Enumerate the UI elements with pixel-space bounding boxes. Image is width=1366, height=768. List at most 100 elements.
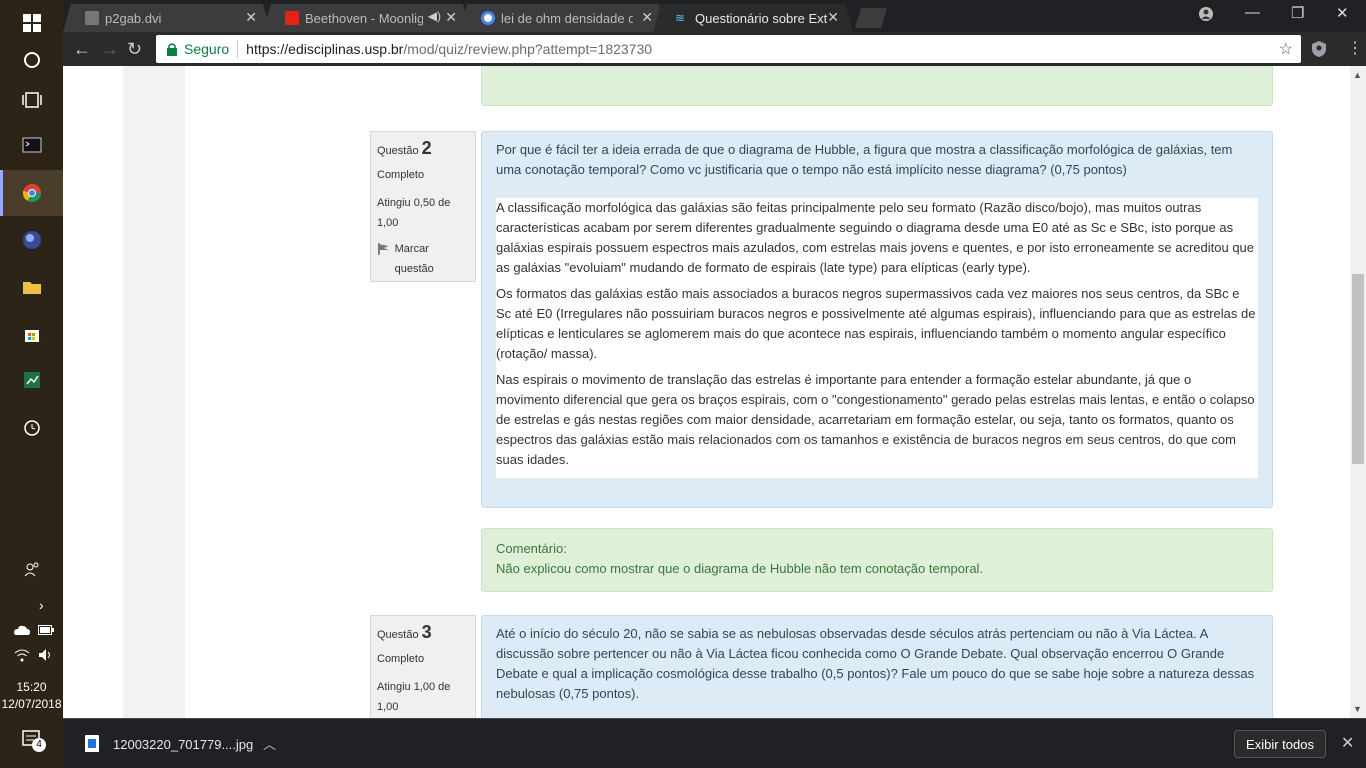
chrome-icon (22, 184, 41, 203)
people-icon (24, 562, 38, 577)
globe-app-icon (22, 231, 41, 249)
battery-icon[interactable] (38, 625, 54, 635)
taskbar-spreadsheet-app[interactable] (0, 357, 63, 403)
people-button[interactable] (0, 550, 63, 590)
quiz-review-content: Questão 2 Completo Atingiu 0,50 de 1,00 … (185, 66, 1289, 718)
url-separator (237, 40, 239, 58)
taskbar-chrome-app[interactable] (0, 170, 63, 216)
back-arrow-icon[interactable]: ← (73, 39, 91, 60)
close-window-icon[interactable]: ✕ (1336, 4, 1349, 22)
download-shelf: 12003220_701779....jpg ︿ Exibir todos ✕ (63, 718, 1366, 768)
taskbar-terminal-app[interactable] (0, 122, 63, 168)
taskbar-browser-app[interactable] (0, 217, 63, 263)
taskbar-alarm-app[interactable] (0, 404, 63, 450)
youtube-icon (285, 11, 299, 25)
task-view-button[interactable] (0, 77, 63, 123)
url-host: https://edisciplinas.usp.br (246, 41, 404, 57)
close-icon[interactable]: ✕ (641, 9, 653, 26)
chrome-menu-icon[interactable]: ⋮ (1347, 38, 1363, 58)
taskbar-store-app[interactable] (0, 311, 63, 357)
tab-title: p2gab.dvi (105, 10, 162, 26)
new-tab-button[interactable] (855, 8, 887, 28)
question-number: Questão 2 (377, 138, 432, 158)
comment-label: Comentário: (496, 541, 567, 556)
close-icon[interactable]: ✕ (1341, 733, 1354, 753)
download-file-name[interactable]: 12003220_701779....jpg (113, 737, 253, 752)
forward-arrow-icon[interactable]: → (101, 39, 119, 60)
document-icon (85, 11, 99, 25)
system-clock[interactable]: 15:20 12/07/2018 (0, 679, 63, 713)
close-icon[interactable]: ✕ (445, 9, 457, 26)
windows-taskbar: › 15:20 12/07/2018 4 (0, 0, 63, 768)
taskbar-file-explorer[interactable] (0, 264, 63, 310)
flag-label: Marcar questão (394, 243, 434, 275)
google-icon (481, 11, 495, 25)
tab-p2gab[interactable]: p2gab.dvi ✕ (63, 4, 271, 32)
browser-toolbar: ← → ↻ Seguro https://edisciplinas.usp.br… (63, 32, 1366, 66)
close-icon[interactable]: ✕ (245, 9, 257, 26)
alarm-clock-icon (23, 420, 40, 436)
notification-count-badge: 4 (32, 738, 46, 752)
scrollbar-thumb[interactable] (1352, 274, 1364, 464)
address-bar[interactable]: Seguro https://edisciplinas.usp.br/mod/q… (156, 35, 1301, 63)
store-bag-icon (24, 330, 39, 342)
tab-title: Questionário sobre Extra (695, 10, 827, 26)
page-scrollbar[interactable]: ▲ ▼ (1350, 66, 1366, 718)
restore-icon[interactable]: ❐ (1291, 4, 1304, 22)
question-2-info: Questão 2 Completo Atingiu 0,50 de 1,00 … (370, 131, 476, 282)
question-grade: Atingiu 1,00 de 1,00 (377, 681, 451, 713)
question-3-info: Questão 3 Completo Atingiu 1,00 de 1,00 (370, 615, 476, 718)
question-2-comment: Comentário: Não explicou como mostrar qu… (481, 528, 1273, 592)
wifi-icon[interactable] (14, 648, 30, 662)
question-3-content: Até o início do século 20, não se sabia … (481, 615, 1273, 718)
question-grade: Atingiu 0,50 de 1,00 (377, 197, 451, 229)
question-2-text: Por que é fácil ter a ideia errada de qu… (496, 142, 1233, 177)
task-view-icon (21, 92, 42, 108)
show-all-downloads-button[interactable]: Exibir todos (1234, 730, 1326, 758)
flag-question-button[interactable]: Marcar questão (377, 239, 469, 279)
page-viewport: Questão 2 Completo Atingiu 0,50 de 1,00 … (63, 66, 1350, 718)
tab-title: Beethoven - Moonlight (305, 10, 423, 26)
chevron-up-icon[interactable]: ︿ (263, 734, 276, 753)
comment-text: Não explicou como mostrar que o diagrama… (496, 561, 984, 576)
reload-icon[interactable]: ↻ (127, 39, 142, 60)
audio-playing-icon[interactable]: ◀) (428, 9, 441, 23)
question-3-text: Até o início do século 20, não se sabia … (496, 626, 1255, 701)
scroll-down-arrow-icon[interactable]: ▼ (1353, 704, 1362, 714)
volume-icon[interactable] (38, 648, 54, 662)
clock-time: 15:20 (16, 680, 47, 694)
minimize-icon[interactable]: — (1245, 4, 1260, 21)
windows-logo-icon (22, 14, 41, 32)
question-2-content: Por que é fácil ter a ideia errada de qu… (481, 131, 1273, 508)
terminal-icon (22, 137, 41, 153)
answer-paragraph: Os formatos das galáxias estão mais asso… (496, 286, 1256, 361)
onedrive-cloud-icon[interactable] (14, 624, 30, 636)
extension-shield-icon[interactable] (1311, 40, 1327, 58)
tab-questionario[interactable]: ≋ Questionário sobre Extra ✕ (653, 4, 853, 32)
cortana-circle-icon (23, 52, 40, 68)
clock-date: 12/07/2018 (1, 697, 62, 711)
flag-icon (378, 243, 389, 255)
spreadsheet-icon (23, 372, 40, 388)
show-hidden-icons-chevron-icon[interactable]: › (39, 597, 44, 613)
moodle-icon: ≋ (675, 11, 686, 25)
tab-lei-de-ohm[interactable]: lei de ohm densidade de ✕ (459, 4, 667, 32)
answer-paragraph: Nas espirais o movimento de translação d… (496, 372, 1255, 467)
bookmark-star-icon[interactable]: ☆ (1279, 39, 1293, 59)
profile-icon[interactable] (1198, 6, 1214, 22)
close-icon[interactable]: ✕ (827, 9, 839, 26)
url-path: /mod/quiz/review.php?attempt=1823730 (403, 41, 653, 57)
folder-icon (22, 282, 41, 294)
secure-label: Seguro (184, 41, 230, 57)
page-background: Questão 2 Completo Atingiu 0,50 de 1,00 … (123, 66, 1289, 718)
image-file-icon (85, 735, 99, 752)
previous-comment-box (481, 66, 1273, 106)
tab-beethoven[interactable]: Beethoven - Moonlight ◀) ✕ (263, 4, 471, 32)
question-state: Completo (377, 169, 425, 181)
answer-paragraph: A classificação morfológica das galáxias… (496, 200, 1255, 275)
tab-title: lei de ohm densidade de (501, 10, 633, 26)
question-number: Questão 3 (377, 622, 432, 642)
scroll-up-arrow-icon[interactable]: ▲ (1353, 70, 1362, 80)
question-2-answer: A classificação morfológica das galáxias… (496, 198, 1258, 478)
question-state: Completo (377, 653, 425, 665)
